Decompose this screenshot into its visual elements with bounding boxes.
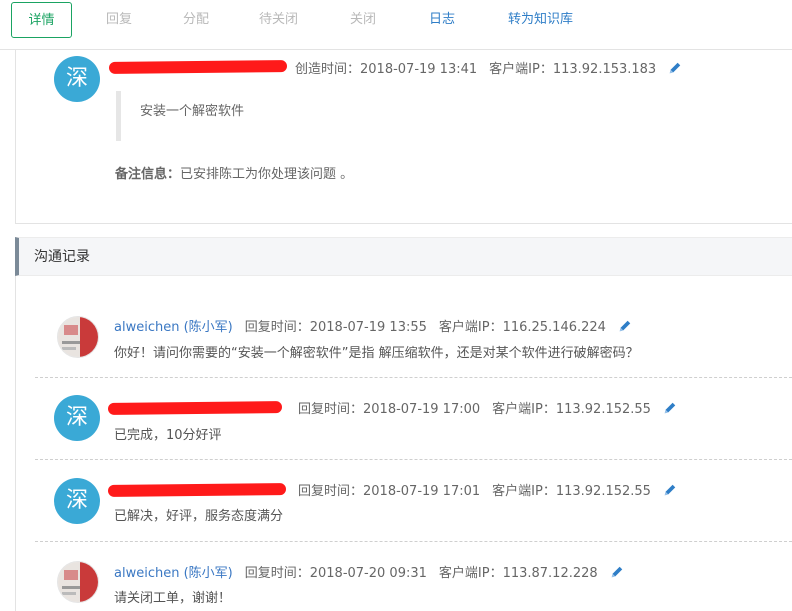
ticket-meta: 创造时间：2018-07-19 13:41 客户端IP：113.92.153.18… <box>295 58 682 77</box>
reply-time: 回复时间：2018-07-20 09:31 <box>244 566 427 581</box>
tab-details[interactable]: 详情 <box>11 2 72 38</box>
pencil-icon[interactable] <box>668 61 682 75</box>
section-header: 沟通记录 <box>15 237 792 276</box>
record-meta: alweichen (陈小军) 回复时间：2018-07-19 13:55 客户端I… <box>114 316 632 335</box>
avatar <box>57 316 99 358</box>
client-ip: 客户端IP：116.25.146.224 <box>438 320 606 335</box>
avatar <box>57 561 99 603</box>
record-meta: 回复时间：2018-07-19 17:00 客户端IP：113.92.152.55 <box>298 398 677 417</box>
record-message: 已解决，好评，服务态度满分 <box>114 509 284 524</box>
client-ip: 客户端IP：113.92.152.55 <box>492 484 651 499</box>
record-meta: alweichen (陈小军) 回复时间：2018-07-20 09:31 客户端I… <box>114 562 624 581</box>
divider <box>35 541 792 542</box>
section-title: 沟通记录 <box>34 249 90 265</box>
reply-time: 回复时间：2018-07-19 17:01 <box>298 484 481 499</box>
reply-time: 回复时间：2018-07-19 13:55 <box>244 320 427 335</box>
tab-assign[interactable]: 分配 <box>183 2 209 38</box>
ticket-detail-panel: 深 创造时间：2018-07-19 13:41 客户端IP：113.92.153.… <box>15 50 792 224</box>
pencil-icon[interactable] <box>663 483 677 497</box>
redacted-name <box>107 483 287 497</box>
author-link[interactable]: alweichen (陈小军) <box>114 566 233 581</box>
reply-time: 回复时间：2018-07-19 17:00 <box>298 402 481 417</box>
tab-bar: 详情 回复 分配 待关闭 关闭 日志 转为知识库 <box>0 0 792 50</box>
pencil-icon[interactable] <box>610 565 624 579</box>
remark-label: 备注信息： <box>115 167 181 182</box>
record-message: 你好！请问你需要的“安装一个解密软件”是指 解压缩软件，还是对某个软件进行破解密… <box>114 346 639 361</box>
record-message: 请关闭工单，谢谢！ <box>114 591 232 606</box>
divider <box>35 377 792 378</box>
avatar: 深 <box>54 56 100 102</box>
client-ip: 客户端IP：113.87.12.228 <box>438 566 598 581</box>
tab-log[interactable]: 日志 <box>429 2 455 38</box>
ticket-content-text: 安装一个解密软件 <box>140 104 245 119</box>
pencil-icon[interactable] <box>618 319 632 333</box>
pencil-icon[interactable] <box>663 401 677 415</box>
remark: 备注信息：已安排陈工为你处理该问题 。 <box>115 163 353 182</box>
divider <box>35 459 792 460</box>
client-ip: 客户端IP：113.92.153.183 <box>489 62 657 77</box>
created-time: 创造时间：2018-07-19 13:41 <box>295 62 478 77</box>
tab-reply[interactable]: 回复 <box>106 2 132 38</box>
ticket-content: 安装一个解密软件 <box>116 91 756 141</box>
tab-convert-knowledge[interactable]: 转为知识库 <box>508 2 573 38</box>
client-ip: 客户端IP：113.92.152.55 <box>492 402 651 417</box>
avatar: 深 <box>54 478 100 524</box>
record-meta: 回复时间：2018-07-19 17:01 客户端IP：113.92.152.55 <box>298 480 677 499</box>
tab-pending-close[interactable]: 待关闭 <box>259 2 298 38</box>
avatar: 深 <box>54 395 100 441</box>
author-link[interactable]: alweichen (陈小军) <box>114 320 233 335</box>
record-message: 已完成，10分好评 <box>114 428 222 443</box>
redacted-name <box>107 401 283 415</box>
tab-close[interactable]: 关闭 <box>350 2 376 38</box>
redacted-name <box>108 60 288 74</box>
remark-text: 已安排陈工为你处理该问题 。 <box>180 167 354 182</box>
